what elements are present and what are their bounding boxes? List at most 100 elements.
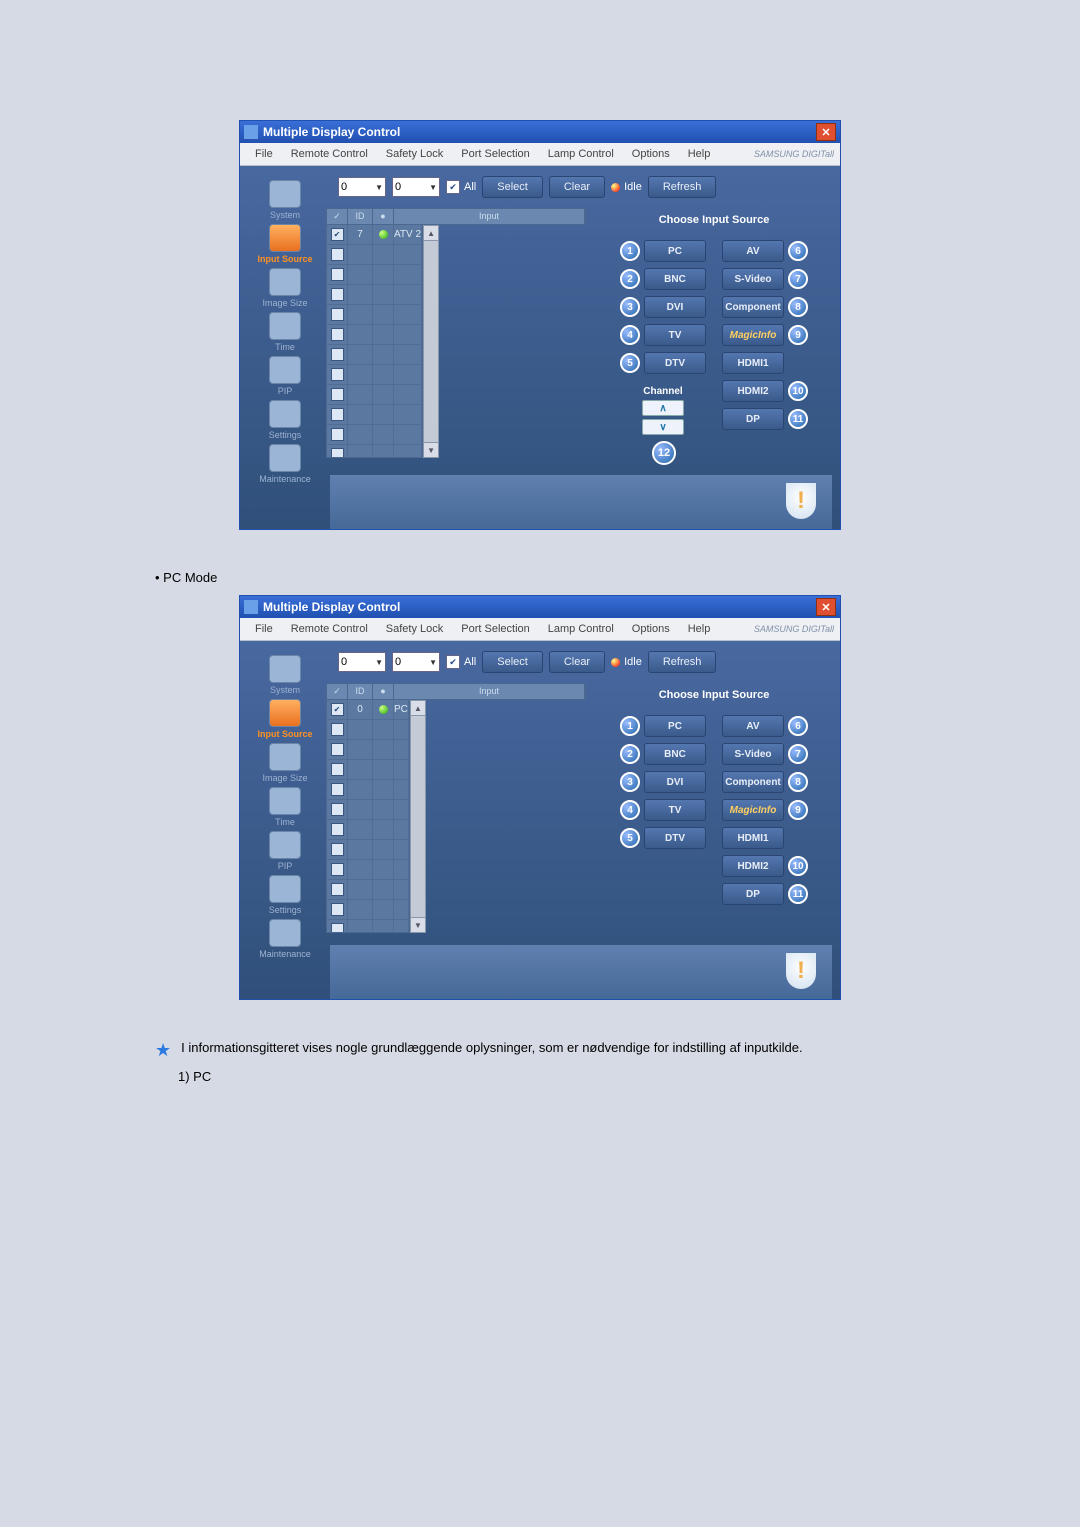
table-row[interactable] — [327, 920, 409, 933]
row-checkbox[interactable] — [331, 783, 344, 796]
source-av-button[interactable]: AV — [722, 715, 784, 737]
table-row[interactable] — [327, 305, 422, 325]
source-bnc-button[interactable]: BNC — [644, 743, 706, 765]
source-component-button[interactable]: Component — [722, 296, 784, 318]
source-hdmi1-button[interactable]: HDMI1 — [722, 827, 784, 849]
menu-help[interactable]: Help — [679, 148, 720, 160]
sidebar-item-settings[interactable]: Settings — [246, 400, 324, 440]
source-dtv-button[interactable]: DTV — [644, 352, 706, 374]
source-tv-button[interactable]: TV — [644, 799, 706, 821]
scroll-up-icon[interactable]: ▲ — [411, 701, 425, 716]
row-checkbox[interactable] — [331, 923, 344, 933]
col-status[interactable]: ● — [373, 209, 394, 224]
row-checkbox[interactable] — [331, 843, 344, 856]
sidebar-item-image-size[interactable]: Image Size — [246, 743, 324, 783]
source-bnc-button[interactable]: BNC — [644, 268, 706, 290]
sidebar-item-time[interactable]: Time — [246, 787, 324, 827]
menu-safety[interactable]: Safety Lock — [377, 148, 452, 160]
table-row[interactable] — [327, 325, 422, 345]
sidebar-item-maintenance[interactable]: Maintenance — [246, 919, 324, 959]
menu-file[interactable]: File — [246, 623, 282, 635]
select-button[interactable]: Select — [482, 651, 543, 673]
table-row[interactable] — [327, 840, 409, 860]
row-checkbox[interactable] — [331, 803, 344, 816]
source-tv-button[interactable]: TV — [644, 324, 706, 346]
scrollbar[interactable]: ▲ ▼ — [423, 225, 439, 458]
refresh-button[interactable]: Refresh — [648, 176, 717, 198]
row-checkbox[interactable]: ✔ — [331, 703, 344, 716]
row-checkbox[interactable] — [331, 248, 344, 261]
clear-button[interactable]: Clear — [549, 651, 605, 673]
table-row[interactable] — [327, 445, 422, 458]
close-icon[interactable]: ✕ — [816, 598, 836, 616]
table-row[interactable] — [327, 860, 409, 880]
row-checkbox[interactable] — [331, 448, 344, 458]
table-row[interactable] — [327, 720, 409, 740]
row-checkbox[interactable] — [331, 823, 344, 836]
table-row[interactable] — [327, 900, 409, 920]
source-dvi-button[interactable]: DVI — [644, 771, 706, 793]
table-row[interactable] — [327, 780, 409, 800]
table-row[interactable]: ✔ 7 ATV 2 — [327, 225, 422, 245]
row-checkbox[interactable] — [331, 763, 344, 776]
row-checkbox[interactable] — [331, 288, 344, 301]
menu-help[interactable]: Help — [679, 623, 720, 635]
sidebar-item-maintenance[interactable]: Maintenance — [246, 444, 324, 484]
row-checkbox[interactable] — [331, 863, 344, 876]
scrollbar[interactable]: ▲ ▼ — [410, 700, 426, 933]
scroll-up-icon[interactable]: ▲ — [424, 226, 438, 241]
table-row[interactable] — [327, 425, 422, 445]
clear-button[interactable]: Clear — [549, 176, 605, 198]
menu-file[interactable]: File — [246, 148, 282, 160]
refresh-button[interactable]: Refresh — [648, 651, 717, 673]
checkbox-all[interactable]: ✔ All — [446, 655, 476, 669]
menu-lamp[interactable]: Lamp Control — [539, 623, 623, 635]
sidebar-item-pip[interactable]: PIP — [246, 356, 324, 396]
row-checkbox[interactable] — [331, 903, 344, 916]
channel-down-button[interactable]: ∨ — [642, 419, 684, 435]
source-svideo-button[interactable]: S-Video — [722, 268, 784, 290]
table-row[interactable] — [327, 820, 409, 840]
source-av-button[interactable]: AV — [722, 240, 784, 262]
sidebar-item-system[interactable]: System — [246, 655, 324, 695]
row-checkbox[interactable] — [331, 723, 344, 736]
table-row[interactable] — [327, 365, 422, 385]
source-hdmi1-button[interactable]: HDMI1 — [722, 352, 784, 374]
col-id[interactable]: ID — [348, 209, 373, 224]
source-dp-button[interactable]: DP — [722, 883, 784, 905]
source-hdmi2-button[interactable]: HDMI2 — [722, 855, 784, 877]
table-row[interactable] — [327, 880, 409, 900]
source-pc-button[interactable]: PC — [644, 240, 706, 262]
row-checkbox[interactable] — [331, 348, 344, 361]
table-row[interactable] — [327, 345, 422, 365]
row-checkbox[interactable] — [331, 743, 344, 756]
sidebar-item-input-source[interactable]: Input Source — [246, 224, 324, 264]
row-checkbox[interactable] — [331, 408, 344, 421]
source-hdmi2-button[interactable]: HDMI2 — [722, 380, 784, 402]
source-svideo-button[interactable]: S-Video — [722, 743, 784, 765]
sidebar-item-image-size[interactable]: Image Size — [246, 268, 324, 308]
source-magicinfo-button[interactable]: MagicInfo — [722, 799, 784, 821]
channel-up-button[interactable]: ∧ — [642, 400, 684, 416]
menu-port[interactable]: Port Selection — [452, 148, 538, 160]
table-row[interactable] — [327, 285, 422, 305]
source-component-button[interactable]: Component — [722, 771, 784, 793]
row-checkbox[interactable] — [331, 308, 344, 321]
col-status[interactable]: ● — [373, 684, 394, 699]
menu-remote[interactable]: Remote Control — [282, 148, 377, 160]
table-row[interactable] — [327, 800, 409, 820]
menu-lamp[interactable]: Lamp Control — [539, 148, 623, 160]
selector-2[interactable]: 0▼ — [392, 652, 440, 672]
sidebar-item-settings[interactable]: Settings — [246, 875, 324, 915]
source-dp-button[interactable]: DP — [722, 408, 784, 430]
menu-safety[interactable]: Safety Lock — [377, 623, 452, 635]
table-row[interactable] — [327, 405, 422, 425]
menu-port[interactable]: Port Selection — [452, 623, 538, 635]
selector-1[interactable]: 0▼ — [338, 652, 386, 672]
checkbox-all[interactable]: ✔ All — [446, 180, 476, 194]
row-checkbox[interactable] — [331, 328, 344, 341]
col-input[interactable]: Input — [394, 684, 585, 699]
table-row[interactable]: ✔ 0 PC — [327, 700, 409, 720]
scroll-down-icon[interactable]: ▼ — [411, 917, 425, 932]
col-id[interactable]: ID — [348, 684, 373, 699]
